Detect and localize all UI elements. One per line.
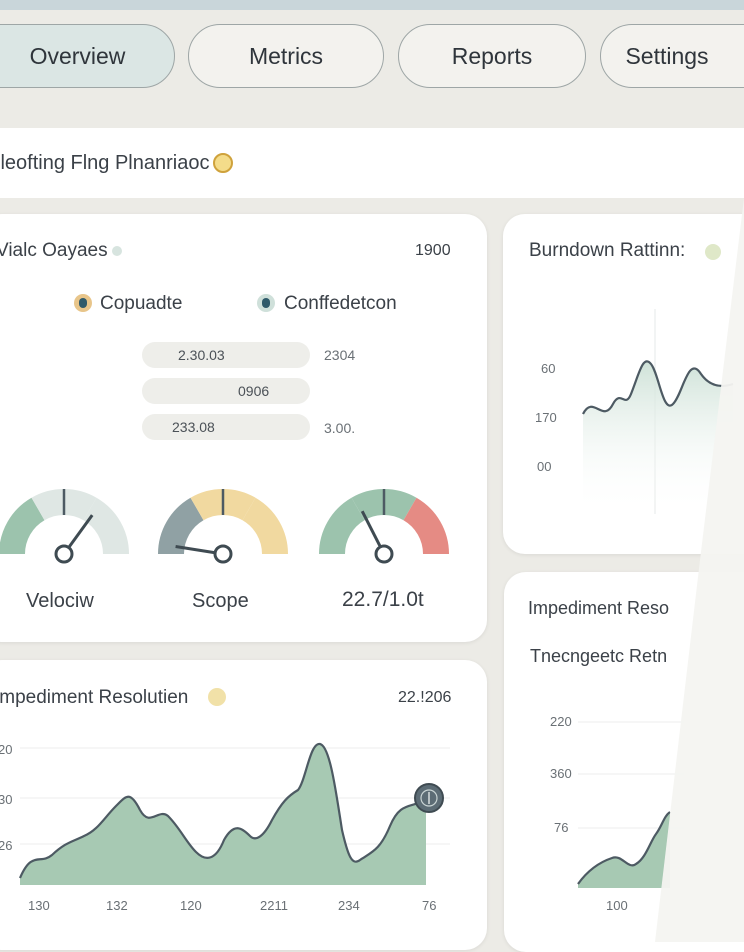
overlay-sheet	[655, 198, 744, 942]
